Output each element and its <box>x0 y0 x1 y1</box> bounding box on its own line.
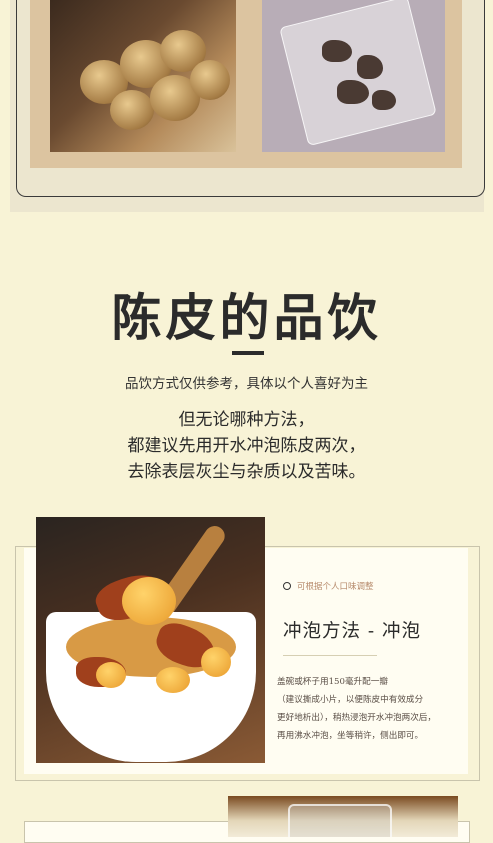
intro-line: 但无论哪种方法， <box>178 410 315 430</box>
packaged-peel-photo <box>262 0 445 152</box>
tip-row: 可根据个人口味调整 <box>283 580 374 592</box>
intro-paragraph: 但无论哪种方法， 都建议先用开水冲泡陈皮两次， 去除表层灰尘与杂质以及苦味。 <box>0 407 493 485</box>
title-divider <box>232 351 264 355</box>
method-line-text: 盖碗或杯子用150毫升配一瓣 <box>277 677 388 687</box>
method-line-text: 再用沸水冲泡，坐等稍许，侧出即可。 <box>277 731 424 741</box>
method-title: 冲泡方法 - 冲泡 <box>283 621 422 642</box>
dried-peel-photo <box>50 0 236 152</box>
section-title: 陈皮的品饮 <box>111 288 382 347</box>
method-line-text: 更好地析出），稍热浸泡开水冲泡两次后， <box>277 713 436 723</box>
method-line-text: （建议撕成小片，以便陈皮中有效成分 <box>277 695 424 705</box>
glass-cup-photo <box>228 796 458 837</box>
circle-icon <box>283 582 291 590</box>
tea-bowl-photo <box>36 517 265 763</box>
section-subtitle: 品饮方式仅供参考，具体以个人喜好为主 <box>125 376 368 392</box>
method-divider <box>283 655 377 656</box>
tip-text: 可根据个人口味调整 <box>297 582 374 592</box>
intro-line: 都建议先用开水冲泡陈皮两次， <box>127 436 366 456</box>
method-description: 盖碗或杯子用150毫升配一瓣 （建议撕成小片，以便陈皮中有效成分 更好地析出），… <box>277 673 467 745</box>
intro-line: 去除表层灰尘与杂质以及苦味。 <box>127 462 366 482</box>
